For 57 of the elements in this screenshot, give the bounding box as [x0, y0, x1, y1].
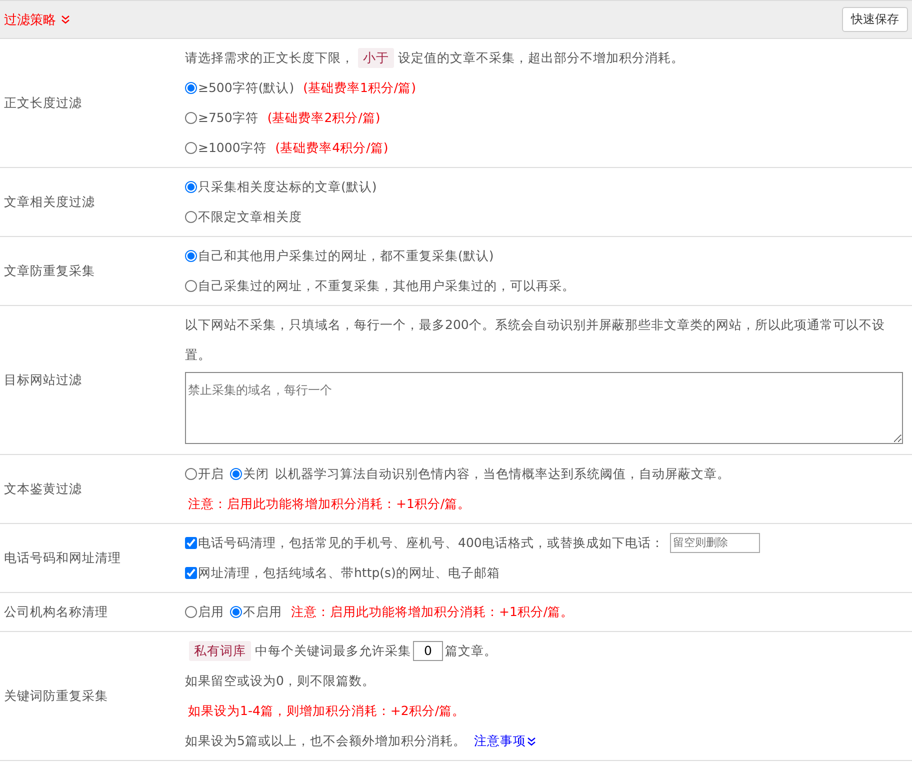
radio-button[interactable] — [185, 82, 197, 94]
radio-button[interactable] — [185, 181, 197, 193]
radio-button[interactable] — [230, 606, 242, 618]
option-label[interactable]: ≥500字符(默认) — [198, 73, 294, 103]
description-text: 中每个关键词最多允许采集 — [255, 642, 411, 660]
row-label: 目标网站过滤 — [3, 372, 83, 388]
cost-note: (基础费率2积分/篇) — [267, 109, 380, 127]
phone-input-field[interactable]: 留空则删除 — [670, 533, 760, 553]
radio-button[interactable] — [185, 280, 197, 292]
quick-save-button[interactable]: 快速保存 — [842, 7, 908, 32]
cost-note: 如果设为1-4篇，则增加积分消耗：+2积分/篇。 — [188, 702, 466, 720]
option-label[interactable]: 自己和其他用户采集过的网址，都不重复采集(默认) — [198, 241, 494, 271]
option-label[interactable]: ≥750字符 — [198, 103, 258, 133]
row-label: 文章防重复采集 — [3, 262, 96, 280]
radio-button[interactable] — [230, 468, 242, 480]
radio-button[interactable] — [185, 112, 197, 124]
option-label[interactable]: 网址清理，包括纯域名、带http(s)的网址、电子邮箱 — [198, 558, 500, 588]
cost-note: 注意：启用此功能将增加积分消耗：+1积分/篇。 — [188, 495, 471, 513]
checkbox[interactable] — [185, 537, 197, 549]
description-text: 以机器学习算法自动识别色情内容，当色情概率达到系统阈值，自动屏蔽文章。 — [275, 465, 730, 483]
description-text: 请选择需求的正文长度下限， — [185, 49, 354, 67]
description-text: 设定值的文章不采集，超出部分不增加积分消耗。 — [398, 49, 684, 67]
option-label[interactable]: 启用 — [198, 597, 224, 627]
option-label[interactable]: 自己采集过的网址，不重复采集，其他用户采集过的，可以再采。 — [198, 271, 575, 301]
option-label[interactable]: 不启用 — [243, 597, 282, 627]
option-label[interactable]: ≥1000字符 — [198, 133, 266, 163]
description-text: 以下网站不采集，只填域名，每行一个，最多200个。系统会自动识别并屏蔽那些非文章类的网站，所以此项通常可以不设置。 — [185, 316, 886, 364]
option-label[interactable]: 只采集相关度达标的文章(默认) — [198, 172, 377, 202]
radio-button[interactable] — [185, 142, 197, 154]
cost-note: 注意：启用此功能将增加积分消耗：+1积分/篇。 — [291, 603, 574, 621]
double-chevron-icon[interactable] — [526, 736, 536, 746]
row-label: 电话号码和网址清理 — [3, 550, 122, 566]
checkbox[interactable] — [185, 567, 197, 579]
radio-button[interactable] — [185, 468, 197, 480]
description-text: 篇文章。 — [445, 642, 497, 660]
option-label[interactable]: 电话号码清理，包括常见的手机号、座机号、400电话格式，或替换成如下电话： — [198, 528, 664, 558]
number-input-field[interactable]: 0 — [413, 641, 443, 661]
keyword-tag: 私有词库 — [189, 641, 251, 661]
notes-link[interactable]: 注意事项 — [474, 726, 526, 756]
description-text: 如果设为5篇或以上，也不会额外增加积分消耗。 — [185, 732, 466, 750]
option-label[interactable]: 不限定文章相关度 — [198, 202, 302, 232]
radio-button[interactable] — [185, 211, 197, 223]
option-label[interactable]: 关闭 — [243, 459, 269, 489]
cost-note: (基础费率4积分/篇) — [275, 139, 388, 157]
cost-note: (基础费率1积分/篇) — [303, 79, 416, 97]
option-label[interactable]: 开启 — [198, 459, 224, 489]
keyword-tag: 小于 — [358, 48, 394, 68]
description-text: 如果留空或设为0，则不限篇数。 — [185, 672, 375, 690]
double-chevron-icon[interactable] — [61, 15, 70, 24]
row-label: 公司机构名称清理 — [3, 604, 109, 620]
row-label: 正文长度过滤 — [3, 94, 83, 112]
row-label: 关键词防重复采集 — [3, 688, 109, 704]
domain-textarea[interactable]: 禁止采集的域名，每行一个 — [185, 372, 903, 444]
row-label: 文章相关度过滤 — [3, 194, 96, 210]
radio-button[interactable] — [185, 606, 197, 618]
row-label: 文本鉴黄过滤 — [3, 480, 83, 498]
radio-button[interactable] — [185, 250, 197, 262]
